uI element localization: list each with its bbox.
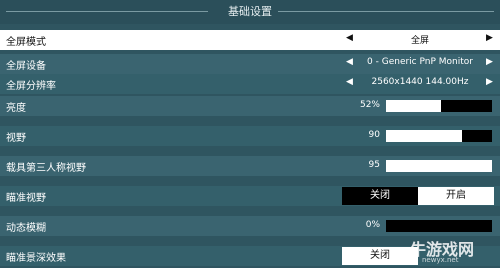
- setting-label: 全屏设备: [6, 61, 46, 72]
- setting-row-fullscreen-resolution[interactable]: 全屏分辨率 ◀ 2560x1440 144.00Hz ▶: [0, 74, 500, 94]
- settings-header: 基础设置: [0, 0, 500, 24]
- motion-blur-value: 0%: [365, 220, 380, 230]
- setting-label: 瞄准景深效果: [6, 253, 66, 264]
- slider-fill: [386, 130, 463, 142]
- setting-label: 瞄准视野: [6, 193, 46, 204]
- toggle-on-option[interactable]: 开启: [418, 187, 494, 205]
- left-arrow-icon[interactable]: ◀: [346, 77, 353, 87]
- fov-value: 90: [368, 130, 380, 140]
- setting-label: 动态模糊: [6, 223, 46, 234]
- right-arrow-icon[interactable]: ▶: [486, 77, 493, 87]
- setting-row-fov[interactable]: 视野 90: [0, 126, 500, 146]
- slider-fill: [386, 160, 492, 172]
- setting-value: 全屏: [410, 36, 429, 46]
- setting-row-brightness[interactable]: 亮度 52%: [0, 96, 500, 116]
- setting-label: 全屏模式: [6, 37, 46, 48]
- brightness-slider[interactable]: [386, 100, 492, 112]
- vehicle-fov-slider[interactable]: [386, 160, 492, 172]
- setting-label: 视野: [6, 133, 26, 144]
- setting-row-fullscreen-mode[interactable]: 全屏模式 ◀ 全屏 ▶: [0, 30, 500, 50]
- setting-row-fullscreen-monitor[interactable]: 全屏设备 ◀ 0 - Generic PnP Monitor ▶: [0, 54, 500, 74]
- right-arrow-icon[interactable]: ▶: [486, 57, 493, 67]
- site-watermark: 牛游戏网 newyx.net: [392, 232, 500, 268]
- setting-label: 载具第三人称视野: [6, 163, 86, 174]
- motion-blur-slider[interactable]: [386, 220, 492, 232]
- setting-value: 0 - Generic PnP Monitor: [367, 57, 473, 67]
- header-divider-right: [278, 11, 494, 12]
- aim-fov-toggle[interactable]: 关闭 开启: [342, 187, 494, 205]
- fov-slider[interactable]: [386, 130, 492, 142]
- setting-label: 全屏分辨率: [6, 81, 56, 92]
- brightness-value: 52%: [359, 100, 380, 110]
- watermark-url: newyx.net: [422, 256, 459, 264]
- toggle-off-option[interactable]: 关闭: [342, 187, 418, 205]
- setting-row-vehicle-fov[interactable]: 载具第三人称视野 95: [0, 156, 500, 176]
- setting-row-aim-fov[interactable]: 瞄准视野 关闭 开启: [0, 186, 500, 206]
- left-arrow-icon[interactable]: ◀: [346, 33, 353, 43]
- vehicle-fov-value: 95: [368, 160, 380, 170]
- slider-fill: [386, 100, 442, 112]
- right-arrow-icon[interactable]: ▶: [486, 33, 493, 43]
- setting-value: 2560x1440 144.00Hz: [371, 77, 469, 87]
- setting-label: 亮度: [6, 103, 26, 114]
- left-arrow-icon[interactable]: ◀: [346, 57, 353, 67]
